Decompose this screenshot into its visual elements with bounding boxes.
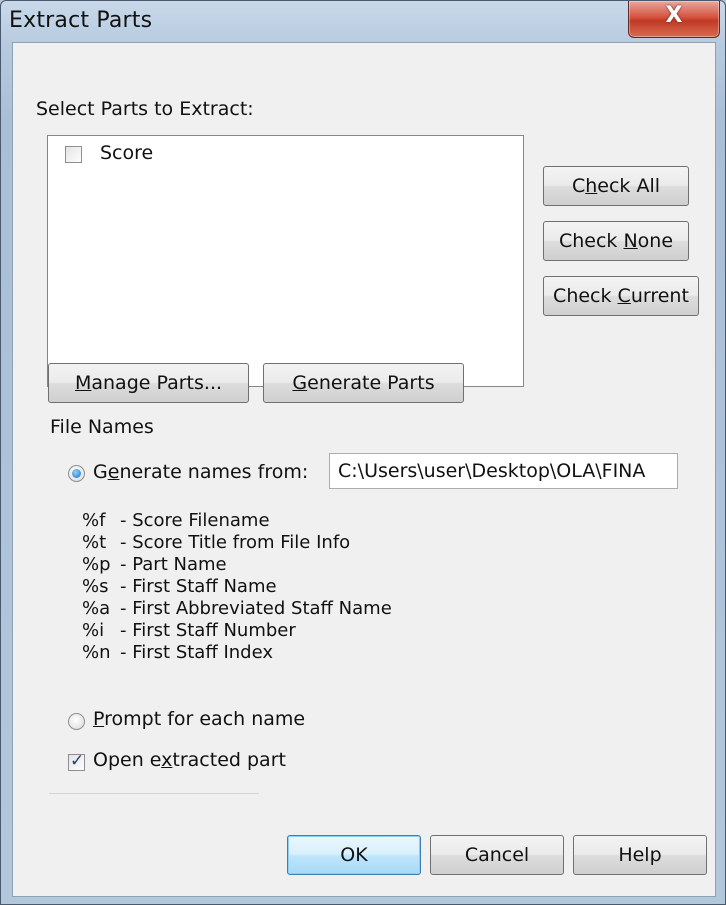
check-all-button[interactable]: Check All — [543, 166, 689, 206]
cancel-button[interactable]: Cancel — [430, 835, 564, 875]
generate-parts-label: enerate Parts — [307, 372, 435, 394]
code-key: %t — [82, 532, 107, 553]
code-row: %a - First Abbreviated Staff Name — [82, 598, 392, 620]
code-desc: - First Staff Index — [120, 642, 274, 663]
open-extracted-mnemonic: x — [161, 749, 173, 771]
title-bar[interactable]: Extract Parts X — [1, 1, 725, 41]
file-names-heading: File Names — [50, 416, 154, 438]
code-row: %n - First Staff Index — [82, 642, 392, 664]
checkmark-icon: ✓ — [70, 751, 85, 771]
check-none-label-a: Check — [558, 230, 624, 252]
check-current-label-b: urrent — [630, 285, 689, 307]
dialog-window: Extract Parts X Select Parts to Extract:… — [0, 0, 726, 905]
code-row: %t - Score Title from File Info — [82, 532, 392, 554]
check-none-mnemonic: N — [623, 230, 638, 252]
separator-line — [49, 793, 259, 794]
open-extracted-text-a: Open e — [93, 749, 162, 771]
code-desc: - Part Name — [120, 554, 227, 575]
dialog-body: Select Parts to Extract: Score Check All… — [12, 42, 716, 897]
generate-names-label[interactable]: Generate names from: — [93, 461, 308, 483]
part-score-label: Score — [100, 142, 154, 164]
ok-button[interactable]: OK — [287, 835, 421, 875]
code-key: %s — [82, 576, 109, 597]
prompt-each-name-label[interactable]: Prompt for each name — [93, 708, 305, 730]
check-current-label-a: Check — [553, 285, 618, 307]
close-button[interactable]: X — [628, 1, 720, 38]
select-parts-label: Select Parts to Extract: — [36, 98, 254, 120]
generate-parts-mnemonic: G — [292, 372, 308, 394]
generate-names-radio[interactable] — [68, 465, 85, 482]
code-desc: - First Abbreviated Staff Name — [120, 598, 392, 619]
prompt-text: rompt for each name — [104, 708, 306, 730]
generate-names-text-a: G — [93, 461, 108, 483]
manage-parts-mnemonic: M — [74, 372, 92, 394]
code-key: %i — [82, 620, 105, 641]
placeholder-codes-list: %f - Score Filename %t - Score Title from … — [82, 510, 392, 664]
check-current-button[interactable]: Check Current — [543, 276, 699, 316]
open-extracted-label[interactable]: Open extracted part — [93, 749, 286, 771]
manage-parts-label: anage Parts... — [91, 372, 223, 394]
code-key: %f — [82, 510, 106, 531]
names-pattern-input[interactable]: C:\Users\user\Desktop\OLA\FINA — [329, 453, 678, 489]
generate-names-text-b: nerate names from: — [119, 461, 309, 483]
code-desc: - First Staff Number — [120, 620, 296, 641]
code-row: %f - Score Filename — [82, 510, 392, 532]
check-all-mnemonic: h — [585, 175, 598, 197]
code-desc: - First Staff Name — [120, 576, 277, 597]
open-extracted-text-b: tracted part — [172, 749, 286, 771]
check-all-label-b: eck All — [597, 175, 661, 197]
generate-names-mnemonic: e — [107, 461, 120, 483]
prompt-mnemonic: P — [93, 708, 105, 730]
code-desc: - Score Filename — [120, 510, 270, 531]
check-none-button[interactable]: Check None — [543, 221, 689, 261]
code-key: %n — [82, 642, 111, 663]
part-score-checkbox[interactable] — [65, 146, 82, 163]
check-none-label-b: one — [637, 230, 674, 252]
manage-parts-button[interactable]: Manage Parts... — [48, 363, 249, 403]
code-key: %p — [82, 554, 111, 575]
help-button[interactable]: Help — [573, 835, 707, 875]
prompt-each-name-radio[interactable] — [68, 713, 85, 730]
check-current-mnemonic: C — [617, 285, 631, 307]
code-row: %p - Part Name — [82, 554, 392, 576]
generate-parts-button[interactable]: Generate Parts — [263, 363, 464, 403]
code-row: %s - First Staff Name — [82, 576, 392, 598]
parts-listbox[interactable]: Score — [47, 135, 524, 387]
code-row: %i - First Staff Number — [82, 620, 392, 642]
close-icon: X — [665, 3, 683, 28]
dialog-title: Extract Parts — [9, 8, 153, 33]
check-all-label-a: C — [571, 175, 586, 197]
code-key: %a — [82, 598, 111, 619]
open-extracted-checkbox[interactable]: ✓ — [68, 751, 85, 771]
code-desc: - Score Title from File Info — [120, 532, 351, 553]
